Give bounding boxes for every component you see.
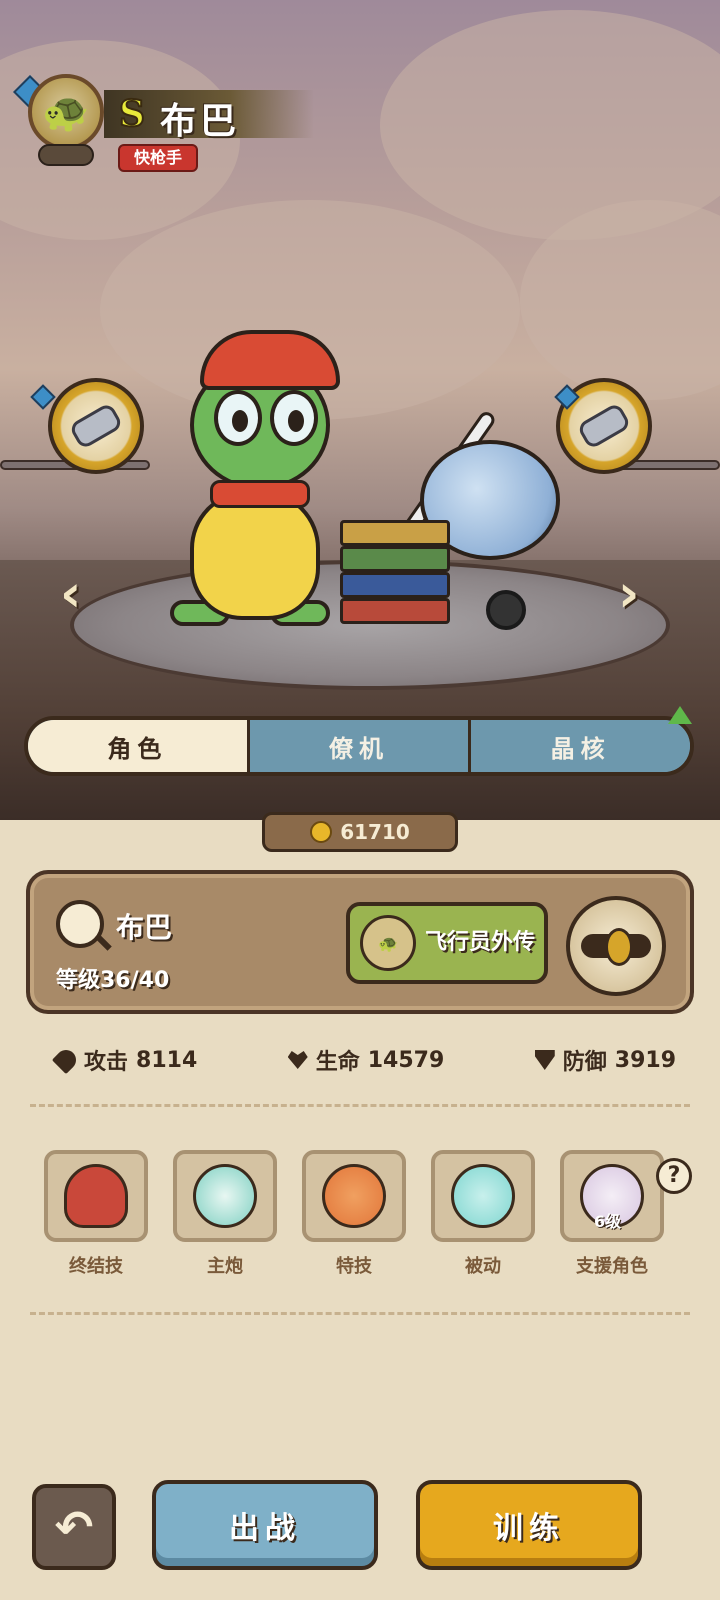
heart-icon <box>287 1051 308 1069</box>
currency-value: 61710 <box>340 820 410 844</box>
currency-display: 61710 <box>262 812 458 852</box>
shell-icon <box>64 1164 128 1228</box>
stat-attack: 攻击 8114 <box>51 1044 198 1076</box>
stats-row: 攻击 8114 生命 14579 防御 3919 <box>51 1040 676 1080</box>
wings-emblem-icon <box>581 928 651 966</box>
info-character-name: 布巴 <box>116 911 173 944</box>
hero-body <box>190 490 320 620</box>
wing-emblem-icon <box>38 144 94 166</box>
hero-cap <box>200 330 340 390</box>
pilot-story-label: 飞行员外传 <box>424 930 535 955</box>
skill-tile <box>302 1150 406 1242</box>
plane-wheel <box>486 590 526 630</box>
book <box>340 520 450 546</box>
bullet-icon <box>51 1045 81 1075</box>
help-icon[interactable]: ? <box>656 1158 692 1194</box>
character-avatar[interactable]: 🐢 <box>28 74 104 150</box>
upgrade-arrow-icon <box>668 706 692 724</box>
stat-defense: 防御 3919 <box>534 1044 676 1076</box>
stat-value: 8114 <box>136 1047 198 1073</box>
stat-health: 生命 14579 <box>287 1044 445 1076</box>
cannon-icon <box>68 401 124 451</box>
skill-label: 特技 <box>336 1256 372 1277</box>
skill-passive[interactable]: 被动 <box>431 1150 535 1278</box>
skills-row: 终结技 主炮 特技 被动 6级 支援角色 <box>44 1150 684 1290</box>
hero-scarf <box>210 480 310 508</box>
skill-main-cannon[interactable]: 主炮 <box>173 1150 277 1278</box>
book <box>340 546 450 572</box>
skill-tile <box>173 1150 277 1242</box>
tab-bar: 角色 僚机 晶核 <box>24 716 694 776</box>
back-button[interactable]: ↶ <box>32 1484 116 1570</box>
prev-character-button[interactable]: ‹ <box>60 568 81 620</box>
hero-eye <box>270 390 318 446</box>
tab-wingman[interactable]: 僚机 <box>249 720 472 772</box>
soccer-ball-icon <box>193 1164 257 1228</box>
stat-label: 防御 <box>562 1050 607 1075</box>
basketball-icon <box>322 1164 386 1228</box>
train-button[interactable]: 训练 <box>416 1480 642 1570</box>
skill-label: 支援角色 <box>576 1256 648 1277</box>
skill-tile: 6级 <box>560 1150 664 1242</box>
tab-crystal-core[interactable]: 晶核 <box>471 720 690 772</box>
battle-button[interactable]: 出战 <box>152 1480 378 1570</box>
support-level: 6级 <box>594 1212 622 1231</box>
skill-support-character[interactable]: 6级 支援角色 <box>560 1150 664 1278</box>
stat-value: 3919 <box>614 1047 676 1073</box>
skill-label: 终结技 <box>69 1256 123 1277</box>
book-stack <box>340 500 450 624</box>
divider <box>30 1312 690 1315</box>
weapon-slot-left[interactable] <box>48 378 144 474</box>
character-level: 等级36/40 <box>56 968 170 993</box>
pilot-story-button[interactable]: 🐢 飞行员外传 <box>346 902 548 984</box>
skill-tile <box>431 1150 535 1242</box>
tab-character[interactable]: 角色 <box>28 720 250 772</box>
book <box>340 572 450 598</box>
next-character-button[interactable]: › <box>618 568 639 620</box>
spiked-shell-icon <box>451 1164 515 1228</box>
stat-value: 14579 <box>367 1047 445 1073</box>
character-illustration <box>170 330 560 650</box>
coin-icon <box>310 821 333 843</box>
skill-finisher[interactable]: 终结技 <box>44 1150 148 1278</box>
pilot-avatar-icon: 🐢 <box>360 915 416 971</box>
skill-tile <box>44 1150 148 1242</box>
cannon-icon <box>576 401 632 451</box>
stat-label: 生命 <box>315 1050 360 1075</box>
skill-label: 主炮 <box>207 1256 243 1277</box>
stat-label: 攻击 <box>84 1050 129 1075</box>
hero-eye <box>214 390 262 446</box>
shield-icon <box>534 1050 555 1070</box>
book <box>340 598 450 624</box>
divider <box>30 1104 690 1107</box>
character-name: 布巴 <box>160 101 241 142</box>
skill-special[interactable]: 特技 <box>302 1150 406 1278</box>
role-badge: 快枪手 <box>118 144 199 172</box>
rank-badge: S <box>118 92 146 136</box>
skill-label: 被动 <box>465 1256 501 1277</box>
magnifier-icon[interactable] <box>56 900 104 948</box>
pilot-emblem-button[interactable] <box>566 896 666 996</box>
